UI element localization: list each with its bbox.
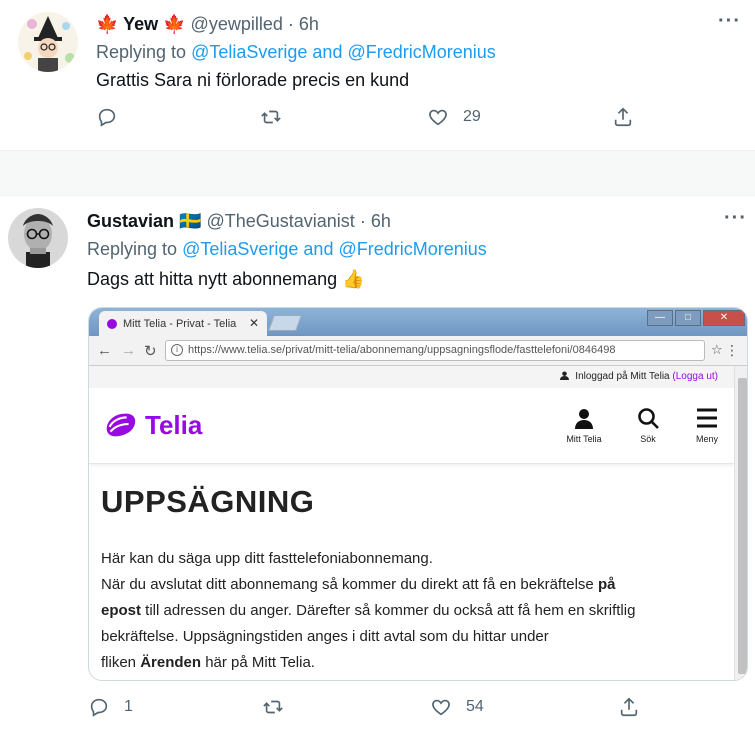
replying-to: Replying to @TeliaSverige and @FredricMo… — [87, 237, 487, 261]
window-close-icon: ✕ — [703, 310, 745, 326]
minimize-icon: — — [647, 310, 673, 326]
retweet-icon — [261, 110, 281, 124]
telia-logo: Telia — [101, 406, 202, 444]
more-options-icon[interactable]: ··· — [718, 10, 741, 33]
replying-to: Replying to @TeliaSverige and @FredricMo… — [96, 40, 496, 64]
reply-button[interactable]: 1 — [88, 696, 133, 718]
login-bar: Inloggad på Mitt Telia (Logga ut) — [89, 366, 734, 388]
like-button[interactable]: 54 — [430, 696, 484, 718]
like-count: 54 — [466, 698, 484, 715]
tweet-actions: 29 — [0, 106, 755, 136]
page-content: UPPSÄGNING Här kan du säga upp ditt fast… — [101, 484, 721, 676]
body-line: När du avslutat ditt abonnemang så komme… — [101, 576, 616, 593]
replying-prefix: Replying to — [96, 42, 187, 62]
close-icon: ✕ — [248, 316, 259, 330]
page-body: Här kan du säga upp ditt fasttelefoniabo… — [101, 546, 721, 676]
share-icon — [620, 697, 638, 717]
header-mitt-telia: Mitt Telia — [559, 406, 609, 444]
browser-address-bar: ← → ↻ i https://www.telia.se/privat/mitt… — [89, 336, 747, 366]
browser-menu-icon: ⋮ — [725, 342, 739, 358]
heart-icon — [432, 699, 450, 716]
header-icon-label: Sök — [640, 434, 656, 444]
telia-pebble-icon — [106, 413, 136, 437]
body-line: bekräftelse. Uppsägningstiden anges i di… — [101, 628, 549, 645]
tweet-header: Gustavian 🇸🇪 @TheGustavianist · 6h — [87, 209, 391, 233]
browser-tab: Mitt Telia - Privat - Telia ✕ — [99, 311, 267, 336]
logged-in-text: Inloggad på Mitt Telia — [575, 371, 670, 382]
user-handle[interactable]: @TheGustavianist — [206, 211, 354, 231]
tweet-text: Grattis Sara ni förlorade precis en kund — [96, 70, 410, 90]
reply-icon — [98, 108, 116, 127]
telia-header: Telia Mitt Telia Sök Meny — [89, 388, 734, 464]
user-icon — [559, 371, 569, 380]
retweet-icon — [263, 700, 283, 714]
display-name[interactable]: Gustavian 🇸🇪 — [87, 211, 201, 231]
avatar[interactable] — [8, 208, 68, 268]
logo-text: Telia — [145, 409, 203, 440]
maximize-icon: □ — [675, 310, 701, 326]
timestamp[interactable]: · 6h — [288, 14, 319, 34]
body-line: fliken Ärenden här på Mitt Telia. — [101, 654, 315, 671]
url-text: https://www.telia.se/privat/mitt-telia/a… — [188, 344, 616, 356]
mention-link[interactable]: @TeliaSverige — [191, 42, 307, 62]
mention-and: and — [303, 239, 334, 259]
header-icon-label: Meny — [695, 434, 718, 444]
reply-count: 1 — [124, 698, 133, 715]
timestamp[interactable]: · 6h — [360, 211, 391, 231]
mention-link[interactable]: @TeliaSverige — [182, 239, 298, 259]
search-icon — [638, 408, 659, 429]
header-menu: Meny — [682, 406, 732, 444]
header-icon-label: Mitt Telia — [566, 434, 602, 444]
reply-icon — [90, 698, 108, 717]
tweet-media-image[interactable]: Mitt Telia - Privat - Telia ✕ — □ ✕ ← → … — [88, 307, 748, 681]
telia-favicon-icon — [107, 318, 117, 329]
new-tab-icon — [268, 315, 302, 331]
hamburger-menu-icon — [697, 408, 717, 428]
user-handle[interactable]: @yewpilled — [191, 14, 283, 34]
back-icon: ← — [97, 342, 112, 359]
logged-in-status: Inloggad på Mitt Telia (Logga ut) — [559, 371, 718, 382]
header-search: Sök — [623, 406, 673, 444]
scrollbar — [734, 366, 747, 680]
reload-icon: ↻ — [144, 343, 157, 360]
more-options-icon[interactable]: ··· — [724, 207, 747, 230]
body-line: epost till adressen du anger. Därefter s… — [101, 602, 636, 619]
info-icon: i — [171, 344, 183, 356]
url-field: i https://www.telia.se/privat/mitt-telia… — [165, 340, 705, 361]
display-name[interactable]: 🍁 Yew 🍁 — [96, 14, 186, 34]
mention-link[interactable]: @FredricMorenius — [338, 239, 486, 259]
logout-link: (Logga ut) — [672, 371, 718, 382]
heart-icon — [429, 109, 447, 126]
share-button[interactable] — [618, 696, 640, 718]
retweet-button[interactable] — [262, 696, 284, 718]
page-heading: UPPSÄGNING — [101, 484, 315, 519]
share-button[interactable] — [612, 106, 634, 128]
mention-and: and — [312, 42, 343, 62]
tweet-header: 🍁 Yew 🍁 @yewpilled · 6h — [96, 12, 319, 36]
tweet-divider — [0, 150, 755, 196]
replying-prefix: Replying to — [87, 239, 178, 259]
like-count: 29 — [463, 108, 481, 125]
like-button[interactable]: 29 — [427, 106, 481, 128]
bookmark-star-icon: ☆ — [711, 342, 723, 357]
reply-button[interactable] — [96, 106, 132, 128]
forward-icon: → — [121, 342, 136, 359]
window-controls: — □ ✕ — [645, 310, 745, 326]
user-icon — [575, 409, 593, 429]
body-line: Här kan du säga upp ditt fasttelefoniabo… — [101, 550, 433, 567]
retweet-button[interactable] — [260, 106, 282, 128]
browser-tab-bar: Mitt Telia - Privat - Telia ✕ — □ ✕ — [89, 308, 747, 336]
tab-title: Mitt Telia - Privat - Telia — [123, 317, 237, 330]
share-icon — [614, 107, 632, 127]
avatar[interactable] — [18, 12, 78, 72]
tweet-actions: 1 54 — [0, 696, 755, 726]
tweet-text: Dags att hitta nytt abonnemang 👍 — [87, 269, 365, 289]
mention-link[interactable]: @FredricMorenius — [347, 42, 495, 62]
